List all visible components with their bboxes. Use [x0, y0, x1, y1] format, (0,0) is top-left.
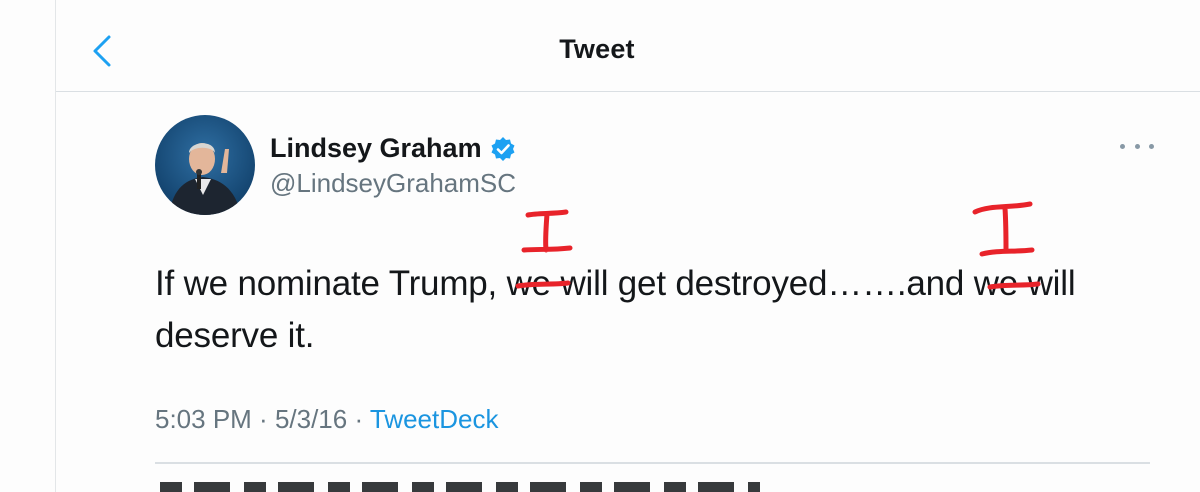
tweet-source-link[interactable]: TweetDeck	[370, 404, 499, 434]
cut-off-content	[160, 482, 760, 492]
avatar[interactable]	[155, 115, 255, 215]
header-bar: Tweet	[56, 0, 1200, 92]
struck-word: we	[506, 264, 552, 303]
more-horizontal-icon	[1120, 143, 1125, 149]
replacement-i	[972, 201, 1035, 257]
tweet-screen: Tweet Lindsey Graham @LindseyGrahamSC If…	[0, 0, 1200, 492]
more-options-button[interactable]	[1120, 136, 1154, 156]
tweet-text-part: will get destroyed…….and	[550, 264, 974, 303]
author-handle[interactable]: @LindseyGrahamSC	[270, 168, 516, 199]
tweet-date: 5/3/16	[274, 404, 348, 434]
author-name[interactable]: Lindsey Graham	[270, 133, 516, 164]
page-title: Tweet	[559, 34, 635, 64]
tweet-text: If we nominate Trump, we will get destro…	[155, 258, 1145, 362]
author-name-text[interactable]: Lindsey Graham	[270, 133, 482, 164]
struck-word: we	[973, 264, 1019, 303]
divider	[155, 462, 1150, 464]
replacement-i	[521, 209, 573, 253]
tweet-text-part: If we nominate Trump,	[155, 264, 507, 303]
tweet-time: 5:03 PM	[155, 404, 252, 434]
verified-badge-icon	[491, 136, 515, 161]
tweet-metadata: 5:03 PM · 5/3/16 · TweetDeck	[155, 404, 499, 434]
